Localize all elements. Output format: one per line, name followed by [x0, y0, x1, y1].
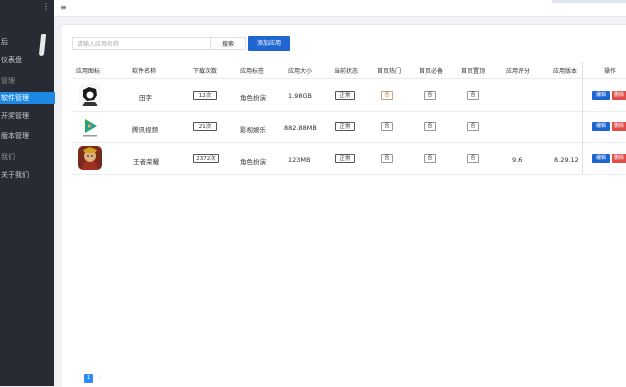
app-tag: 角色扮演	[240, 94, 266, 102]
sidebar-more-icon[interactable]: ⋮	[42, 2, 50, 11]
app-name: 田字	[139, 94, 152, 102]
header-actions: 操作	[604, 68, 617, 75]
hot-toggle[interactable]: 否	[381, 91, 393, 100]
edit-button[interactable]: 编辑	[592, 91, 610, 100]
hamburger-menu-icon[interactable]: ≡	[60, 3, 67, 12]
app-name: 腾讯视频	[132, 126, 158, 134]
add-app-button[interactable]: 添加应用	[248, 36, 290, 51]
next-page-button[interactable]: ›	[99, 374, 101, 383]
app-rating: 9.6	[512, 156, 523, 164]
header-tag: 应用标签	[240, 68, 265, 75]
search-button[interactable]: 搜索	[210, 37, 246, 50]
actions-column-divider	[582, 62, 583, 174]
app-size: 882.88MB	[284, 124, 317, 132]
sidebar-group-about: 我们	[1, 153, 15, 161]
table-divider	[72, 142, 626, 143]
page-number-button[interactable]: 1	[84, 374, 93, 383]
table-divider	[72, 174, 626, 175]
tencent-video-icon	[79, 116, 101, 138]
download-count: 12次	[193, 91, 217, 100]
table-divider	[72, 78, 626, 79]
status-badge: 正常	[335, 154, 355, 163]
must-toggle[interactable]: 否	[424, 122, 436, 131]
header-size: 应用大小	[288, 68, 313, 75]
delete-button[interactable]: 删除	[612, 122, 626, 131]
edit-button[interactable]: 编辑	[592, 122, 610, 131]
search-input[interactable]: 请输入应用名称	[72, 37, 210, 50]
sidebar-item-dashboard[interactable]: 仪表盘	[0, 54, 55, 66]
app-tag: 影视娱乐	[240, 126, 266, 134]
edit-button[interactable]: 编辑	[592, 154, 610, 163]
top-toggle[interactable]: 否	[467, 154, 479, 163]
app-icon-game-character	[79, 84, 101, 106]
must-toggle[interactable]: 否	[424, 154, 436, 163]
header-version: 应用版本	[553, 68, 578, 75]
download-count: 21次	[193, 122, 217, 131]
hot-toggle[interactable]: 否	[381, 154, 393, 163]
header-rating: 应用评分	[506, 68, 531, 75]
hot-toggle[interactable]: 否	[381, 122, 393, 131]
sidebar-item-lottery[interactable]: 开奖管理	[0, 110, 55, 122]
sidebar-item-software[interactable]: 软件管理	[0, 92, 55, 104]
app-size: 123MB	[288, 156, 311, 164]
header-must: 首页必备	[419, 68, 444, 75]
header-name: 软件名称	[132, 68, 157, 75]
table-divider	[72, 111, 626, 112]
sidebar-item-home[interactable]: 后	[0, 36, 55, 48]
app-tag: 角色扮演	[240, 158, 266, 166]
honor-of-kings-icon	[78, 146, 102, 170]
sidebar-item-about[interactable]: 关于我们	[0, 169, 55, 181]
header-downloads: 下载次数	[193, 68, 218, 75]
header-status: 当前状态	[334, 68, 359, 75]
status-badge: 正常	[335, 91, 355, 100]
app-size: 1.98GB	[288, 92, 312, 100]
sidebar-item-version[interactable]: 版本管理	[0, 130, 55, 142]
top-bar-accent	[552, 0, 626, 3]
header-icon: 应用图标	[76, 68, 101, 75]
sidebar: ⋮ 后 仪表盘 管理 软件管理 开奖管理 版本管理 我们 关于我们	[0, 0, 55, 386]
app-version: 8.29.12	[554, 156, 579, 164]
top-toggle[interactable]: 否	[467, 122, 479, 131]
must-toggle[interactable]: 否	[424, 91, 436, 100]
app-name: 王者荣耀	[133, 158, 159, 166]
sidebar-group-manage: 管理	[1, 77, 15, 85]
header-top: 首页置顶	[461, 68, 486, 75]
status-badge: 正常	[335, 122, 355, 131]
delete-button[interactable]: 删除	[612, 154, 626, 163]
top-bar: ≡	[54, 0, 626, 17]
header-hot: 首页热门	[377, 68, 402, 75]
top-toggle[interactable]: 否	[467, 91, 479, 100]
delete-button[interactable]: 删除	[612, 91, 626, 100]
download-count: 2372次	[193, 154, 219, 163]
